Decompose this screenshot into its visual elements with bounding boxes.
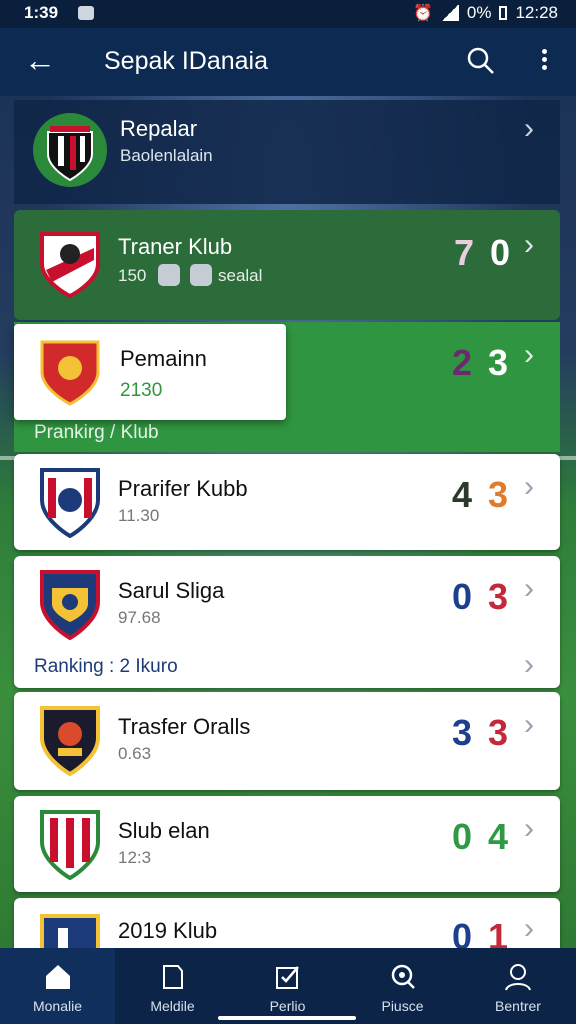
flag-icon [158, 264, 180, 286]
nav-label: Piusce [381, 998, 424, 1014]
chevron-right-icon[interactable]: › [524, 228, 534, 262]
club-crest-icon [33, 113, 107, 187]
alarm-icon: ⏰ [412, 5, 433, 22]
status-bar: 1:39 ⏰ 0% 12:28 [0, 0, 576, 28]
match-info: 97.68 [118, 608, 161, 627]
score-home: 3 [452, 712, 475, 753]
player-info: 2130 [120, 380, 163, 401]
signal-icon [440, 5, 459, 21]
chevron-right-icon[interactable]: › [524, 648, 534, 682]
score-away: 3 [488, 474, 511, 515]
battery-icon [499, 6, 508, 20]
chevron-right-icon[interactable]: › [524, 338, 534, 372]
home-indicator[interactable] [218, 1016, 356, 1020]
score-away: 3 [488, 712, 511, 753]
club-crest-icon [40, 468, 100, 538]
nav-label: Bentrer [495, 998, 541, 1014]
chevron-right-icon[interactable]: › [524, 912, 534, 946]
app-bar: ← Sepak IDanaia [0, 28, 576, 96]
player-popup[interactable]: Pemainn 2130 [14, 324, 286, 420]
header-subtitle: Baolenlalain [120, 146, 213, 165]
match-info: 11.30 [118, 506, 160, 525]
nav-item[interactable]: Piusce [345, 948, 460, 1024]
nav-label: Monalie [32, 998, 83, 1014]
chevron-right-icon[interactable]: › [524, 812, 534, 846]
match-info: 0.63 [118, 744, 152, 763]
page-title: Sepak IDanaia [104, 47, 269, 75]
match-card[interactable]: Slub elan 12:3 0 4 › [14, 796, 560, 892]
score-away: 0 [490, 232, 513, 273]
match-info: 12:3 [118, 848, 152, 867]
score-home: 7 [454, 232, 477, 273]
battery-text: 0% [466, 3, 492, 22]
nav-item[interactable]: Bentrer [460, 948, 576, 1024]
score-home: 2 [452, 342, 475, 383]
bottom-navigation: Monalie Meldile Perlio Piusce Bentrer [0, 948, 576, 1024]
back-arrow-icon[interactable]: ← [24, 42, 56, 78]
player-name: Pemainn [120, 346, 207, 371]
club-crest-icon [40, 570, 100, 640]
status-clock: 12:28 [515, 3, 558, 22]
match-info: 150 [118, 266, 147, 285]
ranking-row-label: Ranking : 2 Ikuro [34, 656, 178, 677]
club-name: Traner Klub [118, 234, 233, 259]
score-home: 0 [452, 816, 475, 857]
match-card[interactable]: Traner Klub 150 sealal 7 0 › [14, 210, 560, 320]
club-name: 2019 Klub [118, 918, 218, 943]
ranking-banner: Prankirg / Klub [34, 422, 159, 443]
search-icon[interactable] [466, 46, 496, 76]
club-name: Prarifer Kubb [118, 476, 248, 501]
search-icon [391, 964, 415, 989]
chevron-right-icon[interactable]: › [524, 708, 534, 742]
club-header-card[interactable]: Repalar Baolenlalain › [14, 100, 560, 204]
home-icon [45, 965, 70, 989]
score-away: 3 [488, 342, 511, 383]
club-crest-icon [40, 810, 100, 880]
more-options-icon[interactable] [530, 46, 558, 76]
chevron-right-icon[interactable]: › [524, 572, 534, 606]
score-away: 3 [488, 576, 511, 617]
club-crest-icon [40, 706, 100, 776]
nav-item[interactable]: Meldile [115, 948, 230, 1024]
chevron-right-icon[interactable]: › [524, 470, 534, 504]
share-icon [190, 264, 212, 286]
profile-icon [505, 964, 531, 991]
chevron-right-icon[interactable]: › [524, 112, 534, 146]
club-crest-icon [40, 232, 100, 298]
notification-icon [78, 6, 94, 20]
checklist-icon [275, 966, 299, 989]
match-card[interactable]: Trasfer Oralls 0.63 3 3 › [14, 692, 560, 790]
club-name: Trasfer Oralls [118, 714, 251, 739]
match-card[interactable]: Sarul Sliga 97.68 0 3 › Ranking : 2 Ikur… [14, 556, 560, 688]
tag-icon [162, 965, 183, 989]
score-home: 4 [452, 474, 475, 515]
match-extra: sealal [218, 266, 263, 285]
nav-label: Perlio [269, 998, 306, 1014]
nav-label: Meldile [150, 998, 195, 1014]
header-title: Repalar [120, 116, 198, 141]
status-time: 1:39 [24, 3, 59, 22]
club-name: Slub elan [118, 818, 210, 843]
match-card[interactable]: Prarifer Kubb 11.30 4 3 › [14, 454, 560, 550]
status-icons: ⏰ 0% 12:28 [413, 3, 558, 23]
club-crest-icon [40, 340, 100, 406]
nav-item[interactable]: Perlio [230, 948, 345, 1024]
club-name: Sarul Sliga [118, 578, 225, 603]
score-home: 0 [452, 576, 475, 617]
nav-home[interactable]: Monalie [0, 948, 115, 1024]
score-away: 4 [488, 816, 511, 857]
